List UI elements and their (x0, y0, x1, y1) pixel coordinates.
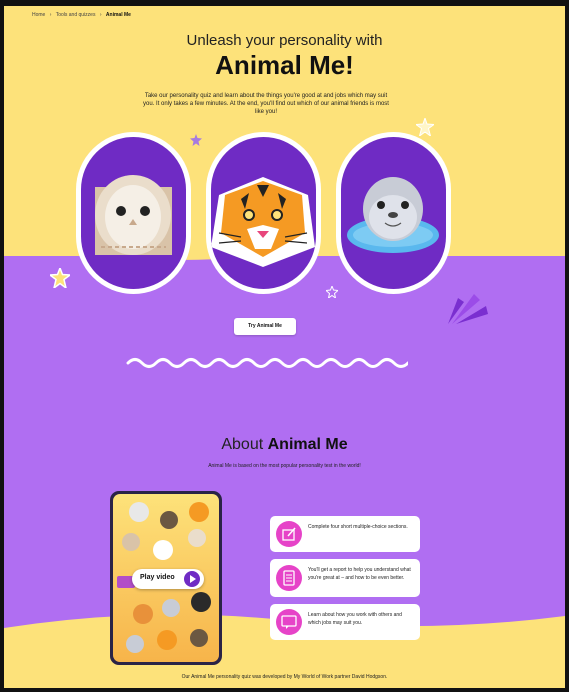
breadcrumb-home[interactable]: Home (32, 12, 45, 18)
pencil-icon (276, 521, 302, 547)
play-icon (184, 571, 200, 587)
breadcrumb-tools[interactable]: Tools and quizzes (56, 12, 96, 18)
feature-text: You'll get a report to help you understa… (308, 567, 411, 581)
feature-item-report: You'll get a report to help you understa… (270, 559, 420, 597)
report-icon (276, 565, 302, 591)
about-heading: About Animal Me (221, 436, 348, 453)
about-subtitle: Animal Me is based on the most popular p… (208, 463, 361, 469)
feature-text: Complete four short multiple-choice sect… (308, 524, 408, 530)
feature-item-sections: Complete four short multiple-choice sect… (270, 516, 420, 552)
hero-intro: Take our personality quiz and learn abou… (143, 93, 389, 115)
animal-card-owl (76, 132, 191, 294)
star-icon (50, 268, 70, 288)
star-icon (416, 118, 434, 136)
star-icon (326, 286, 338, 298)
footer-note: Our Animal Me personality quiz was devel… (181, 674, 388, 680)
owl-icon (95, 175, 172, 255)
page: Home › Tools and quizzes › Animal Me Unl… (4, 6, 565, 688)
star-icon (190, 134, 202, 146)
seal-icon (347, 177, 439, 253)
play-video-label: Play video (140, 574, 175, 581)
chat-icon (276, 609, 302, 635)
feature-item-jobs: Learn about how you work with others and… (270, 604, 420, 640)
breadcrumb-current: Animal Me (105, 12, 131, 18)
play-video-button[interactable]: Play video (132, 569, 204, 589)
wave-divider (126, 358, 408, 368)
page-title: Animal Me! (215, 50, 354, 80)
try-animal-me-button[interactable]: Try Animal Me (234, 318, 296, 335)
breadcrumb: Home › Tools and quizzes › Animal Me (32, 12, 131, 18)
animal-card-seal (336, 132, 451, 294)
burst-icon (448, 294, 488, 324)
hero-subtitle: Unleash your personality with (186, 32, 383, 49)
feature-text: Learn about how you work with others and… (308, 612, 402, 626)
animal-card-tiger (206, 132, 321, 294)
tiger-icon (211, 177, 315, 267)
